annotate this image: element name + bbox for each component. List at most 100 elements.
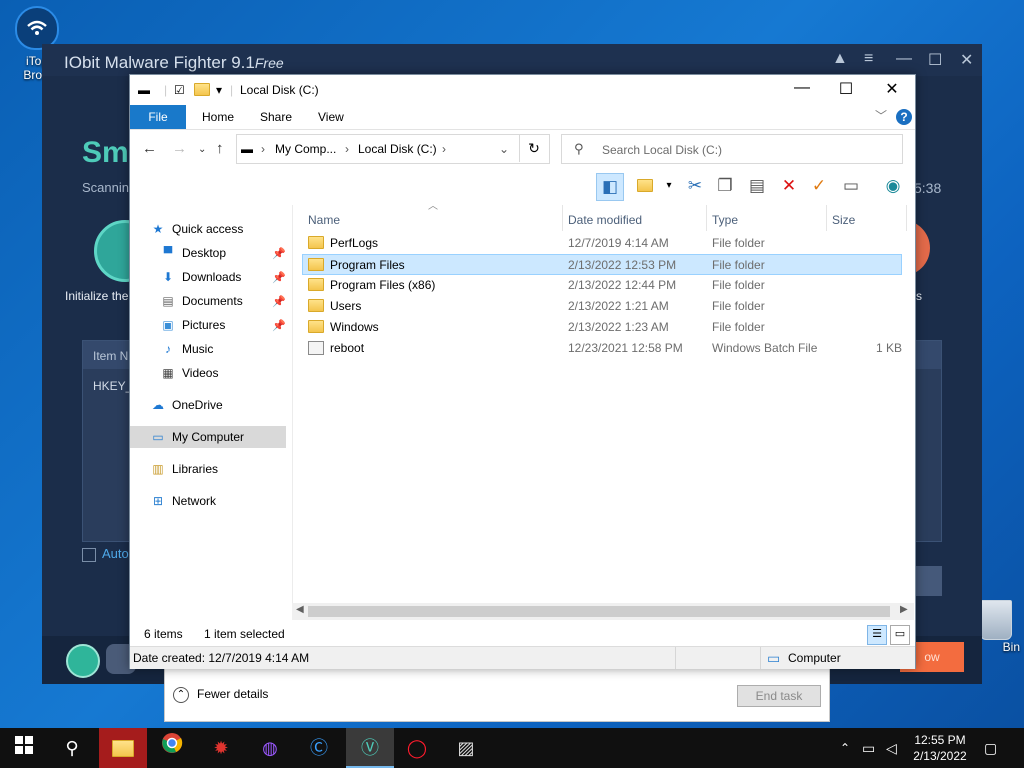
tab-view[interactable]: View bbox=[304, 105, 358, 129]
nav-desktop[interactable]: ▀ Desktop bbox=[160, 242, 226, 264]
column-name[interactable]: Name bbox=[308, 209, 340, 231]
bell-icon[interactable]: ▲ bbox=[832, 50, 848, 68]
scrollbar-thumb[interactable] bbox=[308, 606, 890, 617]
search-icon[interactable]: ⚲ bbox=[48, 728, 96, 768]
chrome-icon[interactable] bbox=[148, 728, 196, 768]
cut-icon[interactable]: ✂ bbox=[682, 173, 708, 199]
large-icons-view-icon[interactable]: ▭ bbox=[890, 625, 910, 645]
ccleaner-icon[interactable]: Ⓒ bbox=[295, 728, 343, 768]
properties-icon[interactable]: ☑ bbox=[174, 83, 185, 97]
iobit-close-button[interactable]: ✕ bbox=[960, 50, 973, 70]
iobit-malware-fighter-taskbar-icon[interactable]: Ⓥ bbox=[346, 728, 394, 768]
file-type: File folder bbox=[712, 236, 765, 250]
recent-locations-icon[interactable]: ⌄ bbox=[198, 144, 206, 155]
close-button[interactable]: ✕ bbox=[870, 79, 914, 99]
pictures-icon: ▣ bbox=[162, 318, 174, 332]
iobit-maximize-button[interactable]: ☐ bbox=[928, 50, 942, 70]
network-icon[interactable]: ▭ bbox=[862, 728, 875, 768]
file-row[interactable]: Users 2/13/2022 1:21 AM File folder bbox=[302, 296, 902, 317]
column-divider[interactable] bbox=[562, 205, 563, 231]
nav-libraries[interactable]: ▥ Libraries bbox=[150, 458, 218, 480]
task-manager-icon[interactable]: ▨ bbox=[442, 728, 490, 768]
iobit-minimize-button[interactable]: — bbox=[896, 50, 912, 68]
pin-icon[interactable]: 📌 bbox=[272, 247, 286, 260]
fewer-details-toggle[interactable]: ⌃ Fewer details bbox=[173, 687, 268, 703]
address-dropdown-icon[interactable]: ⌄ bbox=[499, 142, 509, 156]
maximize-button[interactable]: ☐ bbox=[824, 79, 868, 99]
iobit-uninstaller-icon[interactable]: ✹ bbox=[197, 728, 245, 768]
file-explorer-window: ▬ | ☑ ▾ | Local Disk (C:) — ☐ ✕ File Hom… bbox=[129, 74, 916, 669]
shield-icon[interactable] bbox=[66, 644, 100, 678]
column-divider[interactable] bbox=[906, 205, 907, 231]
file-row[interactable]: PerfLogs 12/7/2019 4:14 AM File folder bbox=[302, 233, 902, 254]
paste-icon[interactable]: ▤ bbox=[744, 173, 770, 199]
menu-icon[interactable]: ≡ bbox=[864, 50, 873, 68]
scroll-right-icon[interactable]: ▶ bbox=[900, 604, 908, 615]
dropdown-icon[interactable]: ▾ bbox=[656, 173, 682, 199]
column-date-modified[interactable]: Date modified bbox=[568, 209, 642, 231]
up-arrow-icon[interactable]: ↑ bbox=[216, 140, 224, 157]
nav-downloads[interactable]: ⬇ Downloads bbox=[160, 266, 241, 288]
tab-file[interactable]: File bbox=[130, 105, 186, 129]
nav-onedrive[interactable]: ☁ OneDrive bbox=[150, 394, 223, 416]
rename-check-icon[interactable]: ✓ bbox=[806, 173, 832, 199]
windows-icon bbox=[15, 736, 33, 754]
details-view-icon[interactable]: ☰ bbox=[867, 625, 887, 645]
minimize-button[interactable]: — bbox=[780, 79, 824, 97]
back-arrow-icon[interactable]: ← bbox=[142, 140, 157, 157]
new-folder-icon[interactable] bbox=[632, 173, 658, 199]
search-input[interactable]: Search Local Disk (C:) bbox=[602, 143, 722, 157]
nav-network[interactable]: ⊞ Network bbox=[150, 490, 216, 512]
column-type[interactable]: Type bbox=[712, 209, 738, 231]
file-date: 12/23/2021 12:58 PM bbox=[568, 341, 683, 355]
delete-icon[interactable]: ✕ bbox=[776, 173, 802, 199]
scroll-left-icon[interactable]: ◀ bbox=[296, 604, 304, 615]
pin-icon[interactable]: 📌 bbox=[272, 271, 286, 284]
start-button[interactable] bbox=[0, 728, 48, 768]
qa-dropdown-icon[interactable]: ▾ bbox=[216, 83, 222, 97]
nav-documents[interactable]: ▤ Documents bbox=[160, 290, 242, 312]
breadcrumb-separator: › bbox=[345, 142, 349, 156]
opera-icon[interactable]: ◯ bbox=[393, 728, 441, 768]
show-hidden-icons-icon[interactable]: ⌃ bbox=[840, 728, 850, 768]
file-row[interactable]: Program Files (x86) 2/13/2022 12:44 PM F… bbox=[302, 275, 902, 296]
copy-icon[interactable]: ❐ bbox=[712, 173, 738, 199]
iobit-app-icon[interactable]: ◍ bbox=[246, 728, 294, 768]
volume-icon[interactable]: ◁ bbox=[886, 728, 897, 768]
column-size[interactable]: Size bbox=[832, 209, 855, 231]
nav-music[interactable]: ♪ Music bbox=[160, 338, 213, 360]
pin-icon[interactable]: 📌 bbox=[272, 319, 286, 332]
file-explorer-taskbar-icon[interactable] bbox=[99, 728, 147, 768]
ribbon-expand-icon[interactable]: ﹀ bbox=[875, 107, 887, 124]
file-row[interactable]: reboot 12/23/2021 12:58 PM Windows Batch… bbox=[302, 338, 902, 359]
auto-checkbox[interactable]: Auto bbox=[82, 546, 129, 562]
notifications-icon[interactable]: ▢ bbox=[984, 728, 997, 768]
properties-icon[interactable]: ▭ bbox=[838, 173, 864, 199]
help-icon[interactable]: ? bbox=[896, 109, 912, 125]
nav-pictures[interactable]: ▣ Pictures bbox=[160, 314, 225, 336]
address-bar[interactable]: ▬ › My Comp... › Local Disk (C:) › ⌄ bbox=[236, 134, 550, 164]
horizontal-scrollbar[interactable]: ◀ ▶ bbox=[292, 603, 914, 620]
pane-splitter[interactable] bbox=[292, 205, 293, 605]
column-divider[interactable] bbox=[826, 205, 827, 231]
breadcrumb-my-computer[interactable]: My Comp... bbox=[275, 142, 336, 156]
file-row-selected[interactable]: Program Files 2/13/2022 12:53 PM File fo… bbox=[302, 254, 902, 275]
nav-videos[interactable]: ▦ Videos bbox=[160, 362, 218, 384]
nav-quick-access[interactable]: ★ Quick access bbox=[150, 218, 244, 240]
breadcrumb-local-disk[interactable]: Local Disk (C:) bbox=[358, 142, 437, 156]
tab-home[interactable]: Home bbox=[188, 105, 248, 129]
tab-share[interactable]: Share bbox=[246, 105, 306, 129]
file-row[interactable]: Windows 2/13/2022 1:23 AM File folder bbox=[302, 317, 902, 338]
search-box[interactable]: ⚲ Search Local Disk (C:) bbox=[561, 134, 903, 164]
explorer-title: Local Disk (C:) bbox=[240, 83, 319, 97]
column-divider[interactable] bbox=[706, 205, 707, 231]
new-folder-icon[interactable] bbox=[194, 83, 216, 97]
refresh-button[interactable]: ↻ bbox=[519, 134, 548, 162]
globe-icon[interactable]: ◉ bbox=[880, 173, 906, 199]
nav-my-computer[interactable]: ▭ My Computer bbox=[130, 426, 286, 448]
system-clock[interactable]: 12:55 PM 2/13/2022 bbox=[905, 732, 975, 764]
end-task-button[interactable]: End task bbox=[737, 685, 821, 707]
pin-icon[interactable]: 📌 bbox=[272, 295, 286, 308]
forward-arrow-icon[interactable]: → bbox=[172, 140, 187, 157]
preview-pane-icon[interactable]: ◧ bbox=[596, 173, 624, 201]
